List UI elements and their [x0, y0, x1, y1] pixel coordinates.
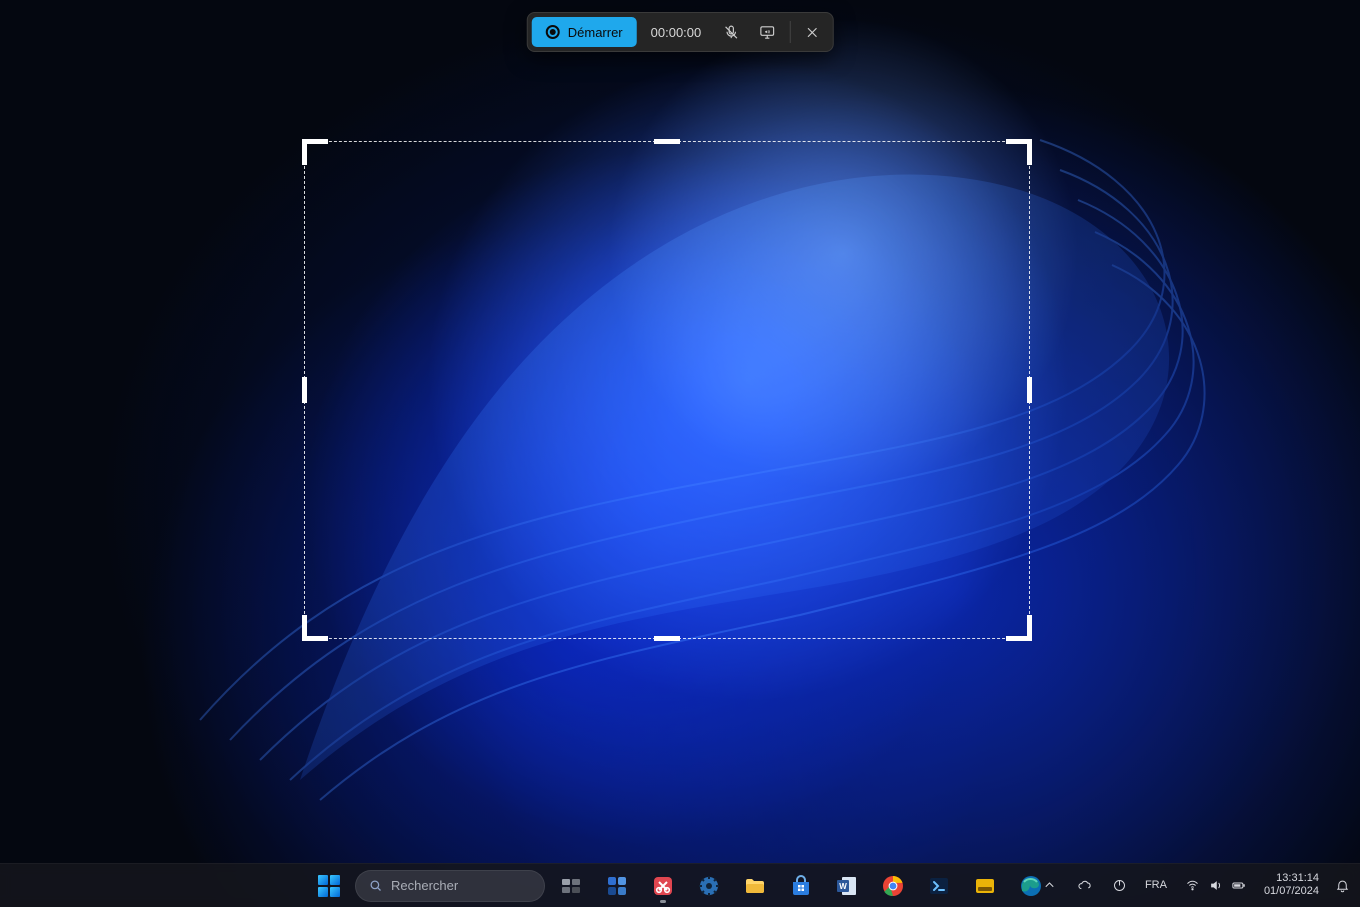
taskbar-search-input[interactable]: Rechercher	[355, 870, 545, 902]
taskbar-app-settings[interactable]	[689, 866, 729, 906]
file-explorer-icon	[743, 874, 767, 898]
microphone-off-icon	[723, 24, 740, 41]
cloud-icon	[1077, 878, 1092, 893]
microphone-toggle-button[interactable]	[715, 17, 747, 47]
resize-handle-top-right[interactable]	[1006, 139, 1032, 165]
taskbar-app-chrome[interactable]	[873, 866, 913, 906]
taskbar-app-task-view[interactable]	[551, 866, 591, 906]
taskbar-app-widgets[interactable]	[597, 866, 637, 906]
tray-power[interactable]	[1104, 866, 1135, 904]
taskbar: Rechercher	[0, 863, 1360, 907]
resize-handle-right[interactable]	[1027, 377, 1032, 403]
system-tray: FRA 13:31:14 01/07/2024	[1034, 863, 1356, 907]
settings-icon	[697, 874, 721, 898]
search-icon	[368, 878, 383, 893]
svg-text:W: W	[839, 882, 847, 891]
search-placeholder: Rechercher	[391, 878, 458, 893]
bell-icon	[1335, 878, 1350, 893]
chevron-up-icon	[1042, 878, 1057, 893]
snipping-tool-icon	[651, 874, 675, 898]
resize-handle-left[interactable]	[302, 377, 307, 403]
powershell-icon	[927, 874, 951, 898]
resize-handle-top[interactable]	[654, 139, 680, 144]
store-icon	[789, 874, 813, 898]
power-icon	[1112, 878, 1127, 893]
chrome-icon	[881, 874, 905, 898]
monitor-audio-icon	[759, 24, 776, 41]
resize-handle-top-left[interactable]	[302, 139, 328, 165]
toolbar-divider	[789, 21, 790, 43]
word-icon: W	[835, 874, 859, 898]
taskbar-app-generic[interactable]	[965, 866, 1005, 906]
tray-time: 13:31:14	[1276, 872, 1319, 885]
capture-selection-rect[interactable]	[304, 141, 1030, 639]
resize-handle-bottom[interactable]	[654, 636, 680, 641]
resize-handle-bottom-left[interactable]	[302, 615, 328, 641]
tray-date: 01/07/2024	[1264, 885, 1319, 898]
taskbar-center-group: Rechercher	[309, 866, 1051, 906]
taskbar-app-word[interactable]: W	[827, 866, 867, 906]
close-icon	[804, 24, 821, 41]
taskbar-app-microsoft-store[interactable]	[781, 866, 821, 906]
tray-overflow-button[interactable]	[1034, 866, 1065, 904]
volume-icon	[1208, 878, 1223, 893]
recording-toolbar: Démarrer 00:00:00	[527, 12, 834, 52]
tray-quick-settings[interactable]	[1177, 866, 1254, 904]
windows-logo-icon	[318, 875, 340, 897]
generic-app-icon	[973, 874, 997, 898]
recording-timer: 00:00:00	[641, 25, 712, 40]
wifi-icon	[1185, 878, 1200, 893]
tray-notifications-button[interactable]	[1329, 866, 1356, 904]
system-audio-toggle-button[interactable]	[751, 17, 783, 47]
battery-icon	[1231, 878, 1246, 893]
tray-language-indicator[interactable]: FRA	[1139, 879, 1173, 891]
start-recording-label: Démarrer	[568, 25, 623, 40]
record-icon	[546, 25, 560, 39]
widgets-icon	[605, 874, 629, 898]
taskbar-app-powershell[interactable]	[919, 866, 959, 906]
taskbar-app-file-explorer[interactable]	[735, 866, 775, 906]
taskbar-app-snipping-tool[interactable]	[643, 866, 683, 906]
tray-clock[interactable]: 13:31:14 01/07/2024	[1258, 872, 1325, 898]
start-recording-button[interactable]: Démarrer	[532, 17, 637, 47]
resize-handle-bottom-right[interactable]	[1006, 615, 1032, 641]
task-view-icon	[559, 874, 583, 898]
tray-onedrive[interactable]	[1069, 866, 1100, 904]
start-button[interactable]	[309, 866, 349, 906]
close-toolbar-button[interactable]	[796, 17, 828, 47]
